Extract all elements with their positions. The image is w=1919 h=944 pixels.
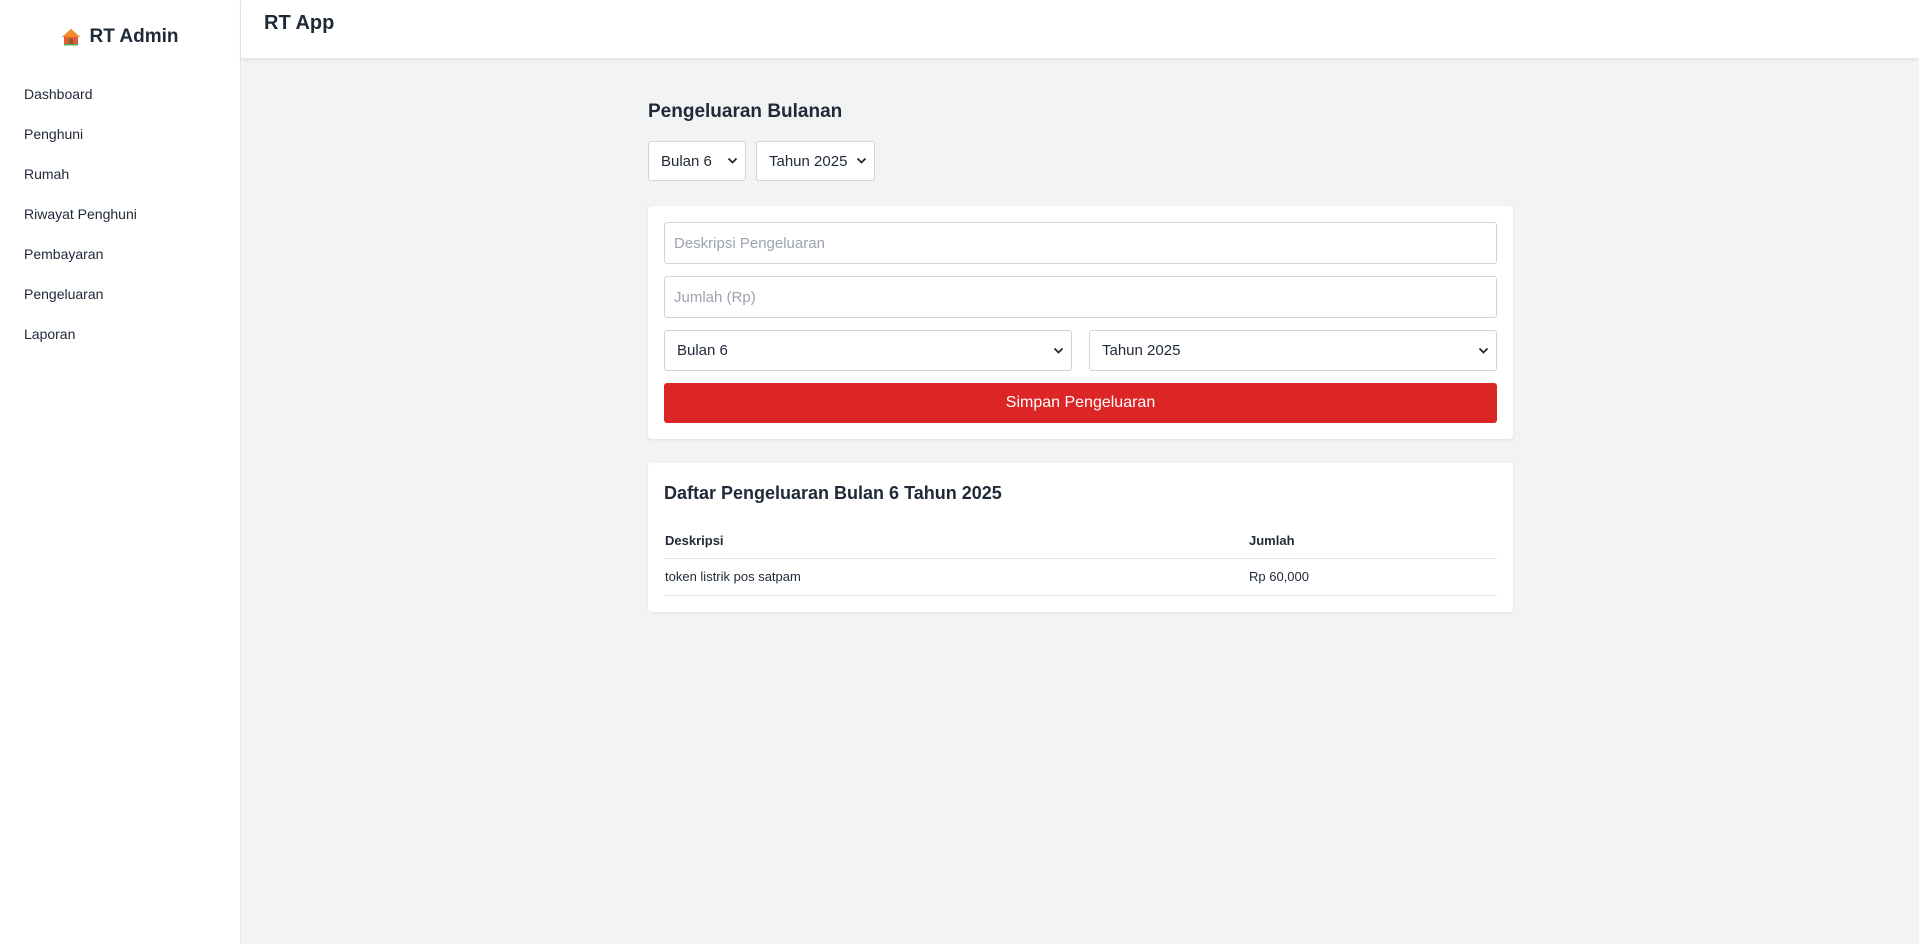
content: Pengeluaran Bulanan Bulan 6 Tahun 2025 D… [241, 59, 1919, 944]
filter-year-value: Tahun 2025 [769, 152, 848, 170]
expense-form-card: Bulan 6 Tahun 2025 Simpan Pengeluaran [648, 206, 1513, 439]
topbar: RT App [241, 0, 1919, 59]
app-title: RT App [264, 12, 335, 34]
sidebar-nav: Dashboard Penghuni Rumah Riwayat Penghun… [0, 74, 240, 354]
filter-month-value: Bulan 6 [661, 152, 712, 170]
column-header-description: Deskripsi [664, 524, 1248, 559]
filter-year-select[interactable]: Tahun 2025 [756, 141, 875, 181]
chevron-down-icon [856, 157, 867, 164]
house-icon [62, 29, 81, 46]
form-period-row: Bulan 6 Tahun 2025 [664, 330, 1497, 371]
expense-table: Deskripsi Jumlah token listrik pos satpa… [664, 524, 1497, 596]
sidebar-item-pengeluaran[interactable]: Pengeluaran [0, 274, 240, 314]
brand[interactable]: RT Admin [0, 0, 240, 74]
chevron-down-icon [1478, 347, 1489, 354]
form-year-select[interactable]: Tahun 2025 [1089, 330, 1497, 371]
sidebar-item-penghuni[interactable]: Penghuni [0, 114, 240, 154]
brand-title: RT Admin [89, 26, 179, 47]
form-year-value: Tahun 2025 [1102, 342, 1181, 359]
table-row: token listrik pos satpam Rp 60,000 [664, 558, 1497, 596]
sidebar: RT Admin Dashboard Penghuni Rumah Riwaya… [0, 0, 241, 944]
expense-list-title: Daftar Pengeluaran Bulan 6 Tahun 2025 [664, 483, 1002, 503]
chevron-down-icon [727, 157, 738, 164]
form-month-select[interactable]: Bulan 6 [664, 330, 1072, 371]
amount-input[interactable] [664, 276, 1497, 318]
save-expense-button[interactable]: Simpan Pengeluaran [664, 383, 1497, 423]
table-header-row: Deskripsi Jumlah [664, 524, 1497, 559]
expense-list-card: Daftar Pengeluaran Bulan 6 Tahun 2025 De… [648, 463, 1513, 612]
sidebar-item-pembayaran[interactable]: Pembayaran [0, 234, 240, 274]
page-title: Pengeluaran Bulanan [648, 101, 843, 122]
cell-amount: Rp 60,000 [1248, 558, 1497, 596]
description-input[interactable] [664, 222, 1497, 264]
filter-bar: Bulan 6 Tahun 2025 [648, 141, 1513, 181]
chevron-down-icon [1053, 347, 1064, 354]
sidebar-item-laporan[interactable]: Laporan [0, 314, 240, 354]
sidebar-item-rumah[interactable]: Rumah [0, 154, 240, 194]
form-month-value: Bulan 6 [677, 342, 728, 359]
sidebar-item-dashboard[interactable]: Dashboard [0, 74, 240, 114]
cell-description: token listrik pos satpam [664, 558, 1248, 596]
sidebar-item-riwayat-penghuni[interactable]: Riwayat Penghuni [0, 194, 240, 234]
filter-month-select[interactable]: Bulan 6 [648, 141, 746, 181]
page-container: Pengeluaran Bulanan Bulan 6 Tahun 2025 D… [648, 101, 1513, 612]
column-header-amount: Jumlah [1248, 524, 1497, 559]
main-area: RT App Pengeluaran Bulanan Bulan 6 Tahun… [241, 0, 1919, 944]
